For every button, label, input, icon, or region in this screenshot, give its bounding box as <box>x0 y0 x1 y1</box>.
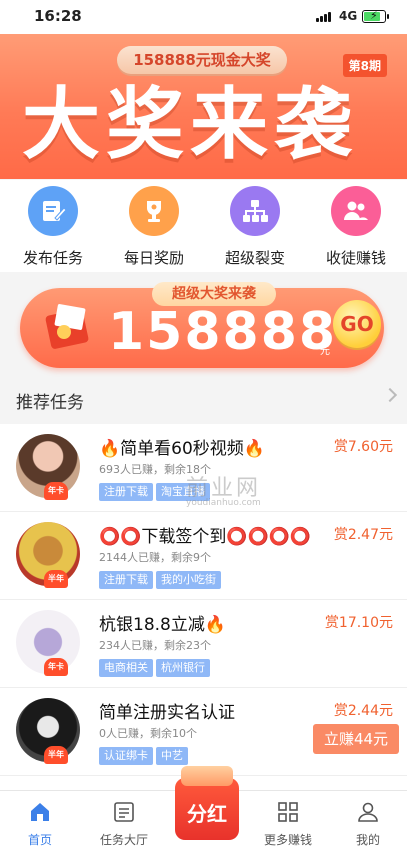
quick-links: 发布任务 每日奖励 超级裂变 收徒赚钱 <box>0 180 407 272</box>
task-reward: 赏7.60元 <box>333 439 393 455</box>
tab-mine[interactable]: 我的 <box>328 801 407 848</box>
quick-link-label: 发布任务 <box>22 249 83 267</box>
membership-badge: 年卡 <box>44 658 68 676</box>
task-row[interactable]: 半年 ⭕⭕下载签个到⭕⭕⭕⭕ 2144人已赚，剩余9个 注册下载 我的小吃街 赏2… <box>0 512 407 600</box>
watermark-url: youdianhuo.com <box>186 498 261 508</box>
grid-icon <box>277 801 299 823</box>
task-tag: 电商相关 <box>99 659 153 677</box>
task-tags: 认证绑卡 中艺 <box>99 744 191 765</box>
tab-label: 我的 <box>355 833 380 847</box>
task-title: 简单注册实名认证 <box>99 703 235 723</box>
task-tag: 注册下载 <box>99 571 153 589</box>
trophy-icon <box>129 186 179 236</box>
task-reward: 赏17.10元 <box>324 615 393 631</box>
prize-unit: 元 <box>320 346 330 357</box>
battery-icon: ⚡ <box>362 9 389 23</box>
person-icon <box>357 801 379 823</box>
promo-banner[interactable]: 158888元现金大奖 第8期 大奖来袭 <box>0 34 407 179</box>
task-reward: 赏2.47元 <box>333 527 393 543</box>
banner-period-badge: 第8期 <box>342 54 387 77</box>
task-title: ⭕⭕下载签个到⭕⭕⭕⭕ <box>99 527 312 547</box>
recommend-title: 推荐任务 <box>16 393 84 413</box>
task-tag: 认证绑卡 <box>99 747 153 765</box>
quick-link-super-fission[interactable]: 超级裂变 <box>205 186 305 268</box>
chevron-right-icon[interactable] <box>382 387 398 403</box>
task-title: 🔥简单看60秒视频🔥 <box>99 439 265 459</box>
home-icon <box>29 801 51 823</box>
task-meta: 0人已赚，剩余10个 <box>99 727 197 740</box>
membership-badge: 半年 <box>44 570 68 588</box>
task-tag: 中艺 <box>156 747 188 765</box>
quick-link-daily-reward[interactable]: 每日奖励 <box>104 186 204 268</box>
task-tag: 杭州银行 <box>156 659 210 677</box>
signal-icon <box>316 12 333 22</box>
task-row[interactable]: 年卡 杭银18.8立减🔥 234人已赚，剩余23个 电商相关 杭州银行 赏17.1… <box>0 600 407 688</box>
edit-icon <box>28 186 78 236</box>
go-button[interactable]: GO <box>333 300 381 348</box>
network-type: 4G <box>339 9 358 23</box>
quick-link-label: 每日奖励 <box>123 249 184 267</box>
dividend-button[interactable]: 分红 <box>175 766 239 840</box>
gift-box-icon <box>181 766 233 786</box>
status-time: 16:28 <box>34 7 82 25</box>
task-tag: 我的小吃街 <box>156 571 221 589</box>
quick-link-label: 收徒赚钱 <box>325 249 386 267</box>
dividend-label: 分红 <box>187 802 227 826</box>
quick-link-recruit[interactable]: 收徒赚钱 <box>306 186 406 268</box>
red-envelope-icon <box>45 304 89 349</box>
tab-more-earnings[interactable]: 更多赚钱 <box>248 801 328 848</box>
tab-home[interactable]: 首页 <box>0 801 80 848</box>
super-prize-banner[interactable]: 超级大奖来袭 158888 元 GO <box>20 282 384 368</box>
task-tags: 注册下载 我的小吃街 <box>99 568 224 589</box>
prize-amount: 158888 <box>108 302 338 362</box>
task-tags: 电商相关 杭州银行 <box>99 656 213 677</box>
quick-link-publish-task[interactable]: 发布任务 <box>3 186 103 268</box>
earn-now-button[interactable]: 立赚44元 <box>313 724 399 754</box>
task-meta: 2144人已赚，剩余9个 <box>99 551 211 564</box>
task-meta: 234人已赚，剩余23个 <box>99 639 211 652</box>
task-title: 杭银18.8立减🔥 <box>99 615 227 635</box>
task-row[interactable]: 半年 简单注册实名认证 0人已赚，剩余10个 认证绑卡 中艺 赏2.44元 立赚4… <box>0 688 407 776</box>
tab-task-hall[interactable]: 任务大厅 <box>84 801 164 848</box>
status-bar: 16:28 4G ⚡ <box>0 0 407 34</box>
quick-link-label: 超级裂变 <box>224 249 285 267</box>
users-icon <box>331 186 381 236</box>
tab-label: 任务大厅 <box>99 833 148 847</box>
task-tag: 注册下载 <box>99 483 153 501</box>
recommend-header[interactable]: 推荐任务 <box>0 380 407 418</box>
membership-badge: 半年 <box>44 746 68 764</box>
banner-headline: 大奖来袭 <box>22 80 359 170</box>
banner-ribbon: 158888元现金大奖 <box>117 46 287 74</box>
network-icon <box>230 186 280 236</box>
task-reward: 赏2.44元 <box>333 703 393 719</box>
membership-badge: 年卡 <box>44 482 68 500</box>
tab-label: 更多赚钱 <box>263 833 312 847</box>
tab-label: 首页 <box>27 833 52 847</box>
list-icon <box>113 801 135 823</box>
